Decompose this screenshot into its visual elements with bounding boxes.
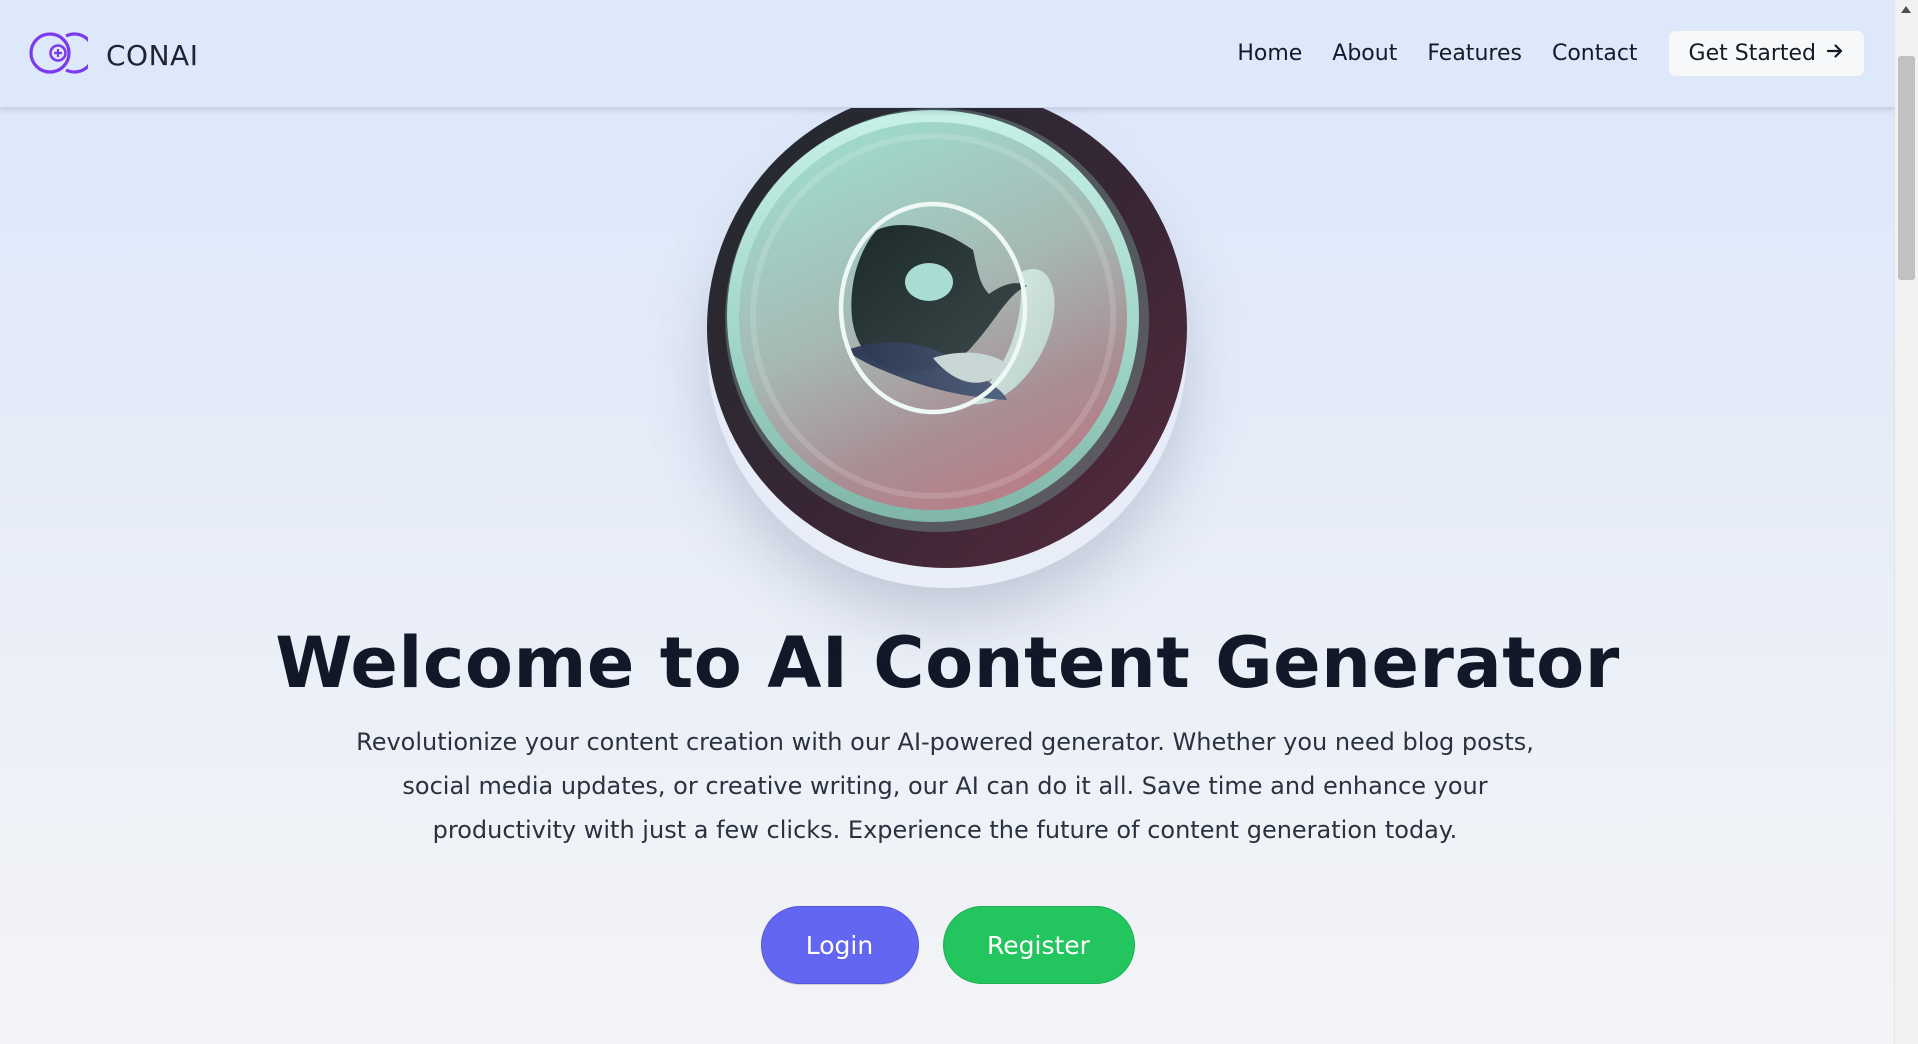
scroll-up-arrow-icon[interactable] xyxy=(1901,6,1911,13)
ai-emblem-icon xyxy=(707,88,1187,568)
nav-link-home[interactable]: Home xyxy=(1237,41,1302,66)
nav-link-contact[interactable]: Contact xyxy=(1552,41,1638,66)
nav-link-about[interactable]: About xyxy=(1332,41,1397,66)
get-started-label: Get Started xyxy=(1688,41,1816,66)
arrow-right-icon xyxy=(1826,41,1844,66)
get-started-button[interactable]: Get Started xyxy=(1667,30,1865,77)
main-nav: Home About Features Contact Get Started xyxy=(1237,30,1865,77)
login-button[interactable]: Login xyxy=(760,906,919,984)
hero-headline: Welcome to AI Content Generator xyxy=(275,622,1620,704)
brand-name: CONAI xyxy=(106,38,199,72)
conai-logo-icon xyxy=(28,30,96,80)
nav-link-features[interactable]: Features xyxy=(1427,41,1522,66)
hero-actions: Login Register xyxy=(0,906,1895,984)
navbar: CONAI Home About Features Contact Get St… xyxy=(0,0,1895,108)
hero-description: Revolutionize your content creation with… xyxy=(356,728,1534,844)
scrollbar-thumb[interactable] xyxy=(1898,56,1915,280)
brand[interactable]: CONAI xyxy=(28,30,198,80)
register-button[interactable]: Register xyxy=(942,906,1135,984)
vertical-scrollbar[interactable] xyxy=(1894,0,1918,1044)
page: CONAI Home About Features Contact Get St… xyxy=(0,0,1895,1044)
